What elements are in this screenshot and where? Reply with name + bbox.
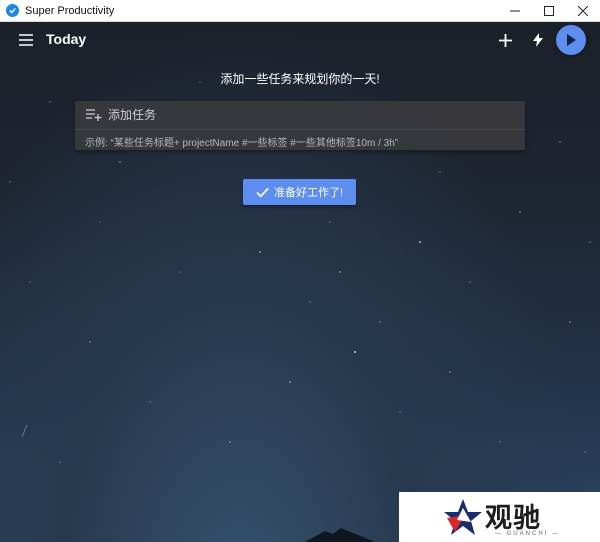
plan-day-prompt: 添加一些任务来规划你的一天! bbox=[220, 72, 380, 86]
mountain-silhouette bbox=[305, 528, 375, 542]
page-title: Today bbox=[46, 31, 87, 47]
playlist-add-icon bbox=[86, 108, 104, 122]
lightning-button[interactable] bbox=[524, 26, 552, 54]
window-controls bbox=[498, 0, 600, 22]
play-button[interactable] bbox=[556, 25, 586, 55]
stars-decoration bbox=[9, 81, 591, 463]
app-header: Today bbox=[0, 22, 600, 58]
add-task-input[interactable] bbox=[108, 108, 508, 122]
menu-icon[interactable] bbox=[17, 31, 35, 49]
watermark: 观驰 — GUANCHI — bbox=[399, 492, 600, 542]
check-icon bbox=[256, 187, 269, 198]
plus-icon bbox=[498, 33, 512, 47]
night-sky-background bbox=[0, 22, 600, 542]
window-title: Super Productivity bbox=[25, 4, 115, 17]
ready-to-work-button[interactable]: 准备好工作了! bbox=[243, 179, 356, 205]
maximize-icon bbox=[544, 6, 554, 16]
star-logo-icon bbox=[444, 499, 482, 535]
ready-to-work-label: 准备好工作了! bbox=[273, 187, 344, 199]
window-titlebar: Super Productivity bbox=[0, 0, 600, 22]
add-task-panel: 示例: “某些任务标题+ projectName #一些标签 #一些其他标签10… bbox=[75, 101, 525, 150]
maximize-button[interactable] bbox=[532, 0, 566, 22]
play-icon bbox=[567, 34, 576, 46]
minimize-button[interactable] bbox=[498, 0, 532, 22]
minimize-icon bbox=[510, 10, 520, 12]
app-window: Super Productivity Today 添加一些任务来规划你的一天! … bbox=[0, 0, 600, 542]
add-task-row[interactable] bbox=[75, 101, 525, 130]
close-window-button[interactable] bbox=[566, 0, 600, 22]
watermark-name: 观驰 bbox=[485, 503, 541, 533]
lightning-icon bbox=[533, 33, 543, 47]
close-icon bbox=[578, 6, 588, 16]
app-logo-icon bbox=[6, 4, 19, 17]
add-task-example-hint: 示例: “某些任务标题+ projectName #一些标签 #一些其他标签10… bbox=[85, 138, 399, 149]
watermark-sub: — GUANCHI — bbox=[495, 531, 561, 537]
add-task-header-button[interactable] bbox=[491, 26, 519, 54]
